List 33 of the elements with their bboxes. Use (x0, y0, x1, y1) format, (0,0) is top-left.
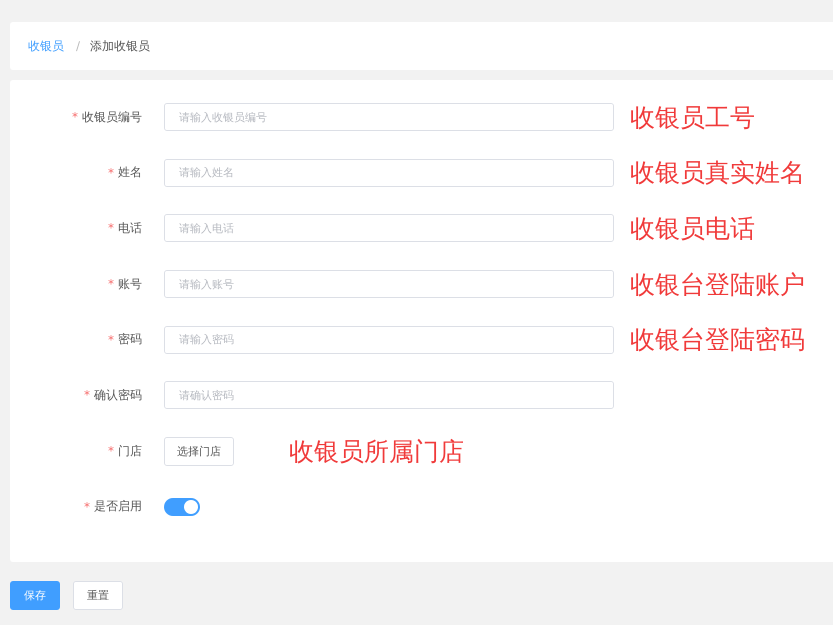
input-field[interactable]: 请确认密码 (164, 381, 614, 410)
toggle-switch[interactable] (164, 498, 200, 516)
input-field[interactable]: 请输入姓名 (164, 158, 614, 187)
field-label: 电话 (118, 220, 142, 237)
annotation-text: 收银台登陆密码 (630, 324, 805, 356)
field-label: 账号 (118, 276, 142, 293)
required-mark: * (108, 444, 114, 458)
reset-button[interactable]: 重置 (73, 581, 123, 610)
breadcrumb-separator: / (76, 39, 80, 53)
annotation-text: 收银员工号 (630, 102, 755, 134)
required-mark: * (84, 500, 90, 514)
input-field[interactable]: 请输入账号 (164, 270, 614, 298)
input-field[interactable]: 请输入电话 (164, 214, 614, 242)
annotation-text: 收银员所属门店 (289, 436, 464, 468)
select-store-button[interactable]: 选择门店 (164, 436, 234, 466)
field-label: 确认密码 (94, 386, 142, 404)
field-label: 收银员编号 (82, 108, 142, 126)
field-label: 姓名 (118, 164, 142, 182)
field-label: 是否启用 (94, 498, 142, 516)
required-mark: * (108, 277, 114, 292)
required-mark: * (108, 332, 114, 347)
annotation-text: 收银员电话 (630, 212, 755, 245)
input-field[interactable]: 请输入收银员编号 (164, 103, 614, 131)
required-mark: * (84, 388, 90, 402)
annotation-text: 收银台登陆账户 (630, 268, 805, 301)
field-label: 门店 (118, 442, 142, 460)
field-label: 密码 (118, 331, 142, 348)
required-mark: * (108, 166, 114, 180)
required-mark: * (72, 110, 78, 124)
required-mark: * (108, 221, 114, 236)
annotation-text: 收银员真实姓名 (630, 157, 805, 190)
input-field[interactable]: 请输入密码 (164, 326, 614, 354)
breadcrumb-current: 添加收银员 (90, 38, 150, 54)
